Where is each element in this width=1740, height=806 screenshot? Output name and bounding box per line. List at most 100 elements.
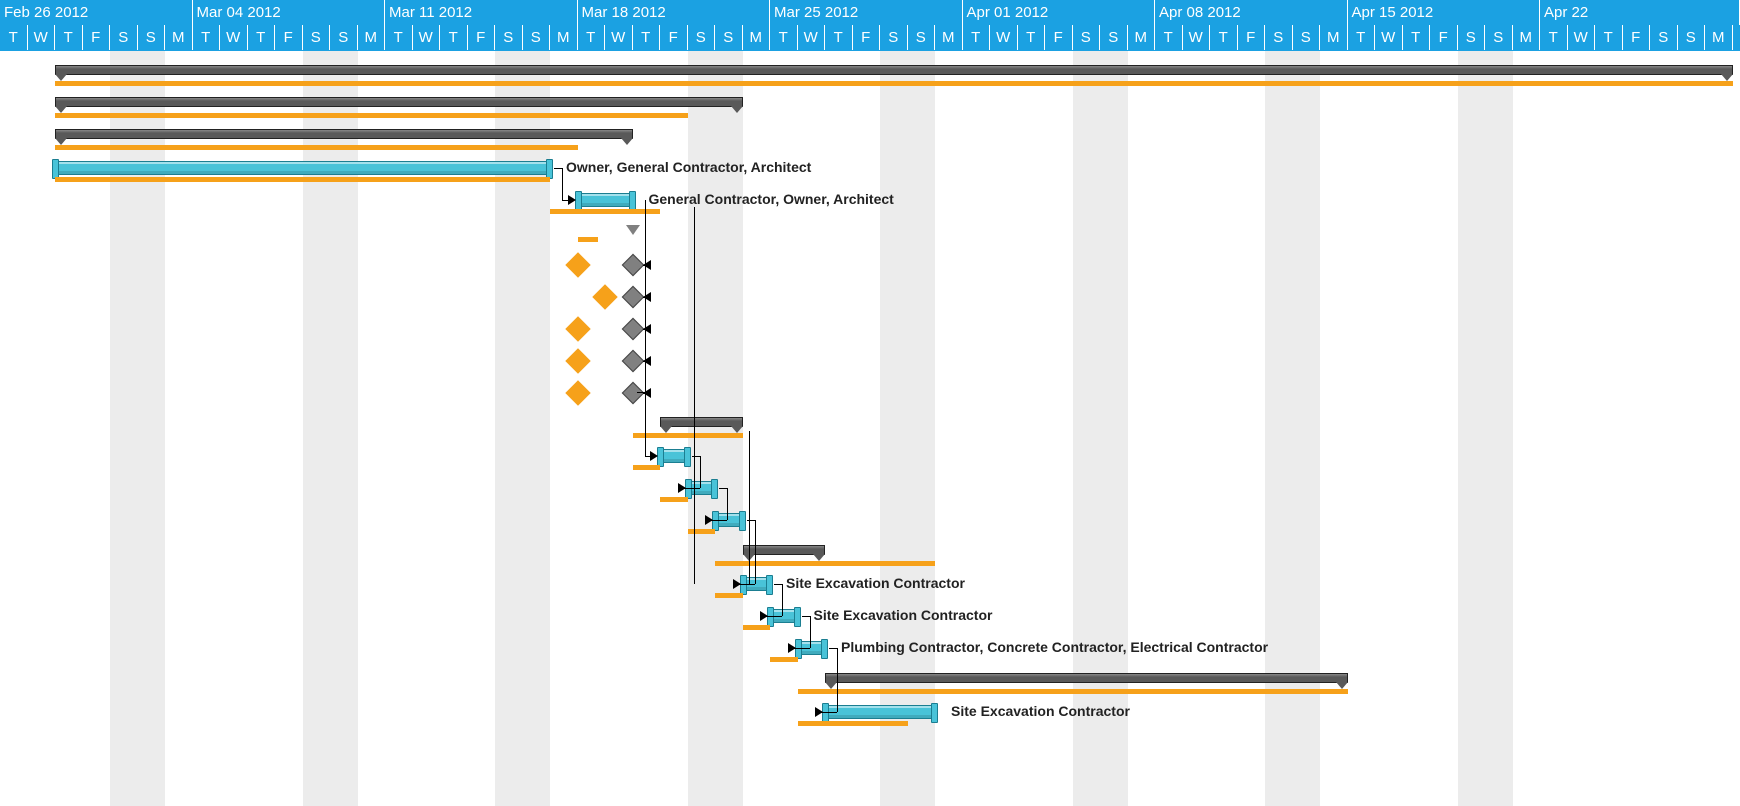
day-header: W bbox=[1568, 25, 1596, 50]
day-header: F bbox=[1430, 25, 1458, 50]
summary-bar[interactable] bbox=[55, 65, 1733, 75]
baseline-bar bbox=[55, 81, 1733, 86]
milestone-icon[interactable] bbox=[621, 318, 644, 341]
day-header: T bbox=[963, 25, 991, 50]
day-header: M bbox=[1705, 25, 1733, 50]
day-header: F bbox=[468, 25, 496, 50]
day-header: F bbox=[83, 25, 111, 50]
day-header: W bbox=[990, 25, 1018, 50]
week-header: Mar 11 2012 bbox=[385, 0, 578, 25]
day-header: T bbox=[385, 25, 413, 50]
day-header: M bbox=[743, 25, 771, 50]
day-header: S bbox=[138, 25, 166, 50]
milestone-icon[interactable] bbox=[621, 382, 644, 405]
task-label: Plumbing Contractor, Concrete Contractor… bbox=[841, 639, 1268, 655]
day-header: T bbox=[1155, 25, 1183, 50]
day-header: T bbox=[440, 25, 468, 50]
task-bar[interactable] bbox=[578, 193, 633, 207]
milestone-baseline-icon bbox=[565, 316, 590, 341]
week-header: Apr 01 2012 bbox=[963, 0, 1156, 25]
task-bar[interactable] bbox=[660, 449, 688, 463]
task-label: Owner, General Contractor, Architect bbox=[566, 159, 811, 175]
baseline-bar bbox=[715, 593, 743, 598]
day-header: S bbox=[1678, 25, 1706, 50]
day-header: S bbox=[1073, 25, 1101, 50]
day-header: S bbox=[908, 25, 936, 50]
day-header: T bbox=[248, 25, 276, 50]
day-header: T bbox=[1403, 25, 1431, 50]
day-header: F bbox=[1623, 25, 1651, 50]
milestone-icon[interactable] bbox=[621, 286, 644, 309]
milestone-icon[interactable] bbox=[621, 350, 644, 373]
baseline-bar bbox=[770, 657, 798, 662]
day-header: S bbox=[495, 25, 523, 50]
baseline-bar bbox=[743, 625, 771, 630]
week-header: Mar 25 2012 bbox=[770, 0, 963, 25]
day-header: S bbox=[303, 25, 331, 50]
day-header: W bbox=[28, 25, 56, 50]
week-header: Apr 22 bbox=[1540, 0, 1740, 25]
day-header: T bbox=[1210, 25, 1238, 50]
day-header: S bbox=[715, 25, 743, 50]
day-header: M bbox=[935, 25, 963, 50]
day-header: F bbox=[275, 25, 303, 50]
day-header: W bbox=[413, 25, 441, 50]
day-header: T bbox=[55, 25, 83, 50]
milestone-baseline-icon bbox=[565, 252, 590, 277]
day-header: S bbox=[1100, 25, 1128, 50]
task-bar[interactable] bbox=[55, 161, 550, 175]
week-header: Mar 04 2012 bbox=[193, 0, 386, 25]
baseline-bar bbox=[798, 689, 1348, 694]
baseline-bar bbox=[660, 497, 688, 502]
day-header: F bbox=[1045, 25, 1073, 50]
summary-bar[interactable] bbox=[825, 673, 1348, 683]
day-header: T bbox=[1018, 25, 1046, 50]
day-header: M bbox=[165, 25, 193, 50]
day-header: S bbox=[1650, 25, 1678, 50]
week-header: Apr 08 2012 bbox=[1155, 0, 1348, 25]
day-header: T bbox=[578, 25, 606, 50]
summary-bar[interactable] bbox=[55, 97, 743, 107]
day-header: S bbox=[1485, 25, 1513, 50]
gantt-chart: Feb 26 2012Mar 04 2012Mar 11 2012Mar 18 … bbox=[0, 0, 1740, 806]
day-header: T bbox=[1348, 25, 1376, 50]
baseline-bar bbox=[550, 209, 660, 214]
baseline-bar bbox=[688, 529, 716, 534]
day-header: M bbox=[358, 25, 386, 50]
milestone-baseline-icon bbox=[592, 284, 617, 309]
day-header: W bbox=[1375, 25, 1403, 50]
timeline-day-row: TWTFSSMTWTFSSMTWTFSSMTWTFSSMTWTFSSMTWTFS… bbox=[0, 25, 1740, 50]
task-label: Site Excavation Contractor bbox=[814, 607, 993, 623]
milestone-baseline-icon bbox=[565, 348, 590, 373]
day-header: T bbox=[0, 25, 28, 50]
day-header: T bbox=[193, 25, 221, 50]
summary-bar[interactable] bbox=[660, 417, 743, 427]
baseline-bar bbox=[55, 113, 688, 118]
day-header: S bbox=[110, 25, 138, 50]
day-header: F bbox=[853, 25, 881, 50]
task-label: Site Excavation Contractor bbox=[951, 703, 1130, 719]
day-header: S bbox=[880, 25, 908, 50]
day-header: S bbox=[1265, 25, 1293, 50]
gantt-body[interactable]: Owner, General Contractor, ArchitectGene… bbox=[0, 51, 1740, 806]
day-header: T bbox=[1595, 25, 1623, 50]
task-bar[interactable] bbox=[825, 705, 935, 719]
day-header: S bbox=[523, 25, 551, 50]
day-header: T bbox=[633, 25, 661, 50]
day-header: W bbox=[798, 25, 826, 50]
day-header: T bbox=[825, 25, 853, 50]
milestone-icon[interactable] bbox=[621, 254, 644, 277]
week-header: Apr 15 2012 bbox=[1348, 0, 1541, 25]
summary-bar[interactable] bbox=[55, 129, 633, 139]
week-header: Mar 18 2012 bbox=[578, 0, 771, 25]
day-header: S bbox=[1293, 25, 1321, 50]
day-header: W bbox=[1183, 25, 1211, 50]
day-header: F bbox=[1238, 25, 1266, 50]
day-header: M bbox=[550, 25, 578, 50]
baseline-bar bbox=[55, 145, 578, 150]
timeline-header: Feb 26 2012Mar 04 2012Mar 11 2012Mar 18 … bbox=[0, 0, 1740, 51]
week-header: Feb 26 2012 bbox=[0, 0, 193, 25]
milestone-icon[interactable] bbox=[626, 225, 640, 235]
milestone-baseline-icon bbox=[565, 380, 590, 405]
baseline-bar bbox=[633, 433, 743, 438]
